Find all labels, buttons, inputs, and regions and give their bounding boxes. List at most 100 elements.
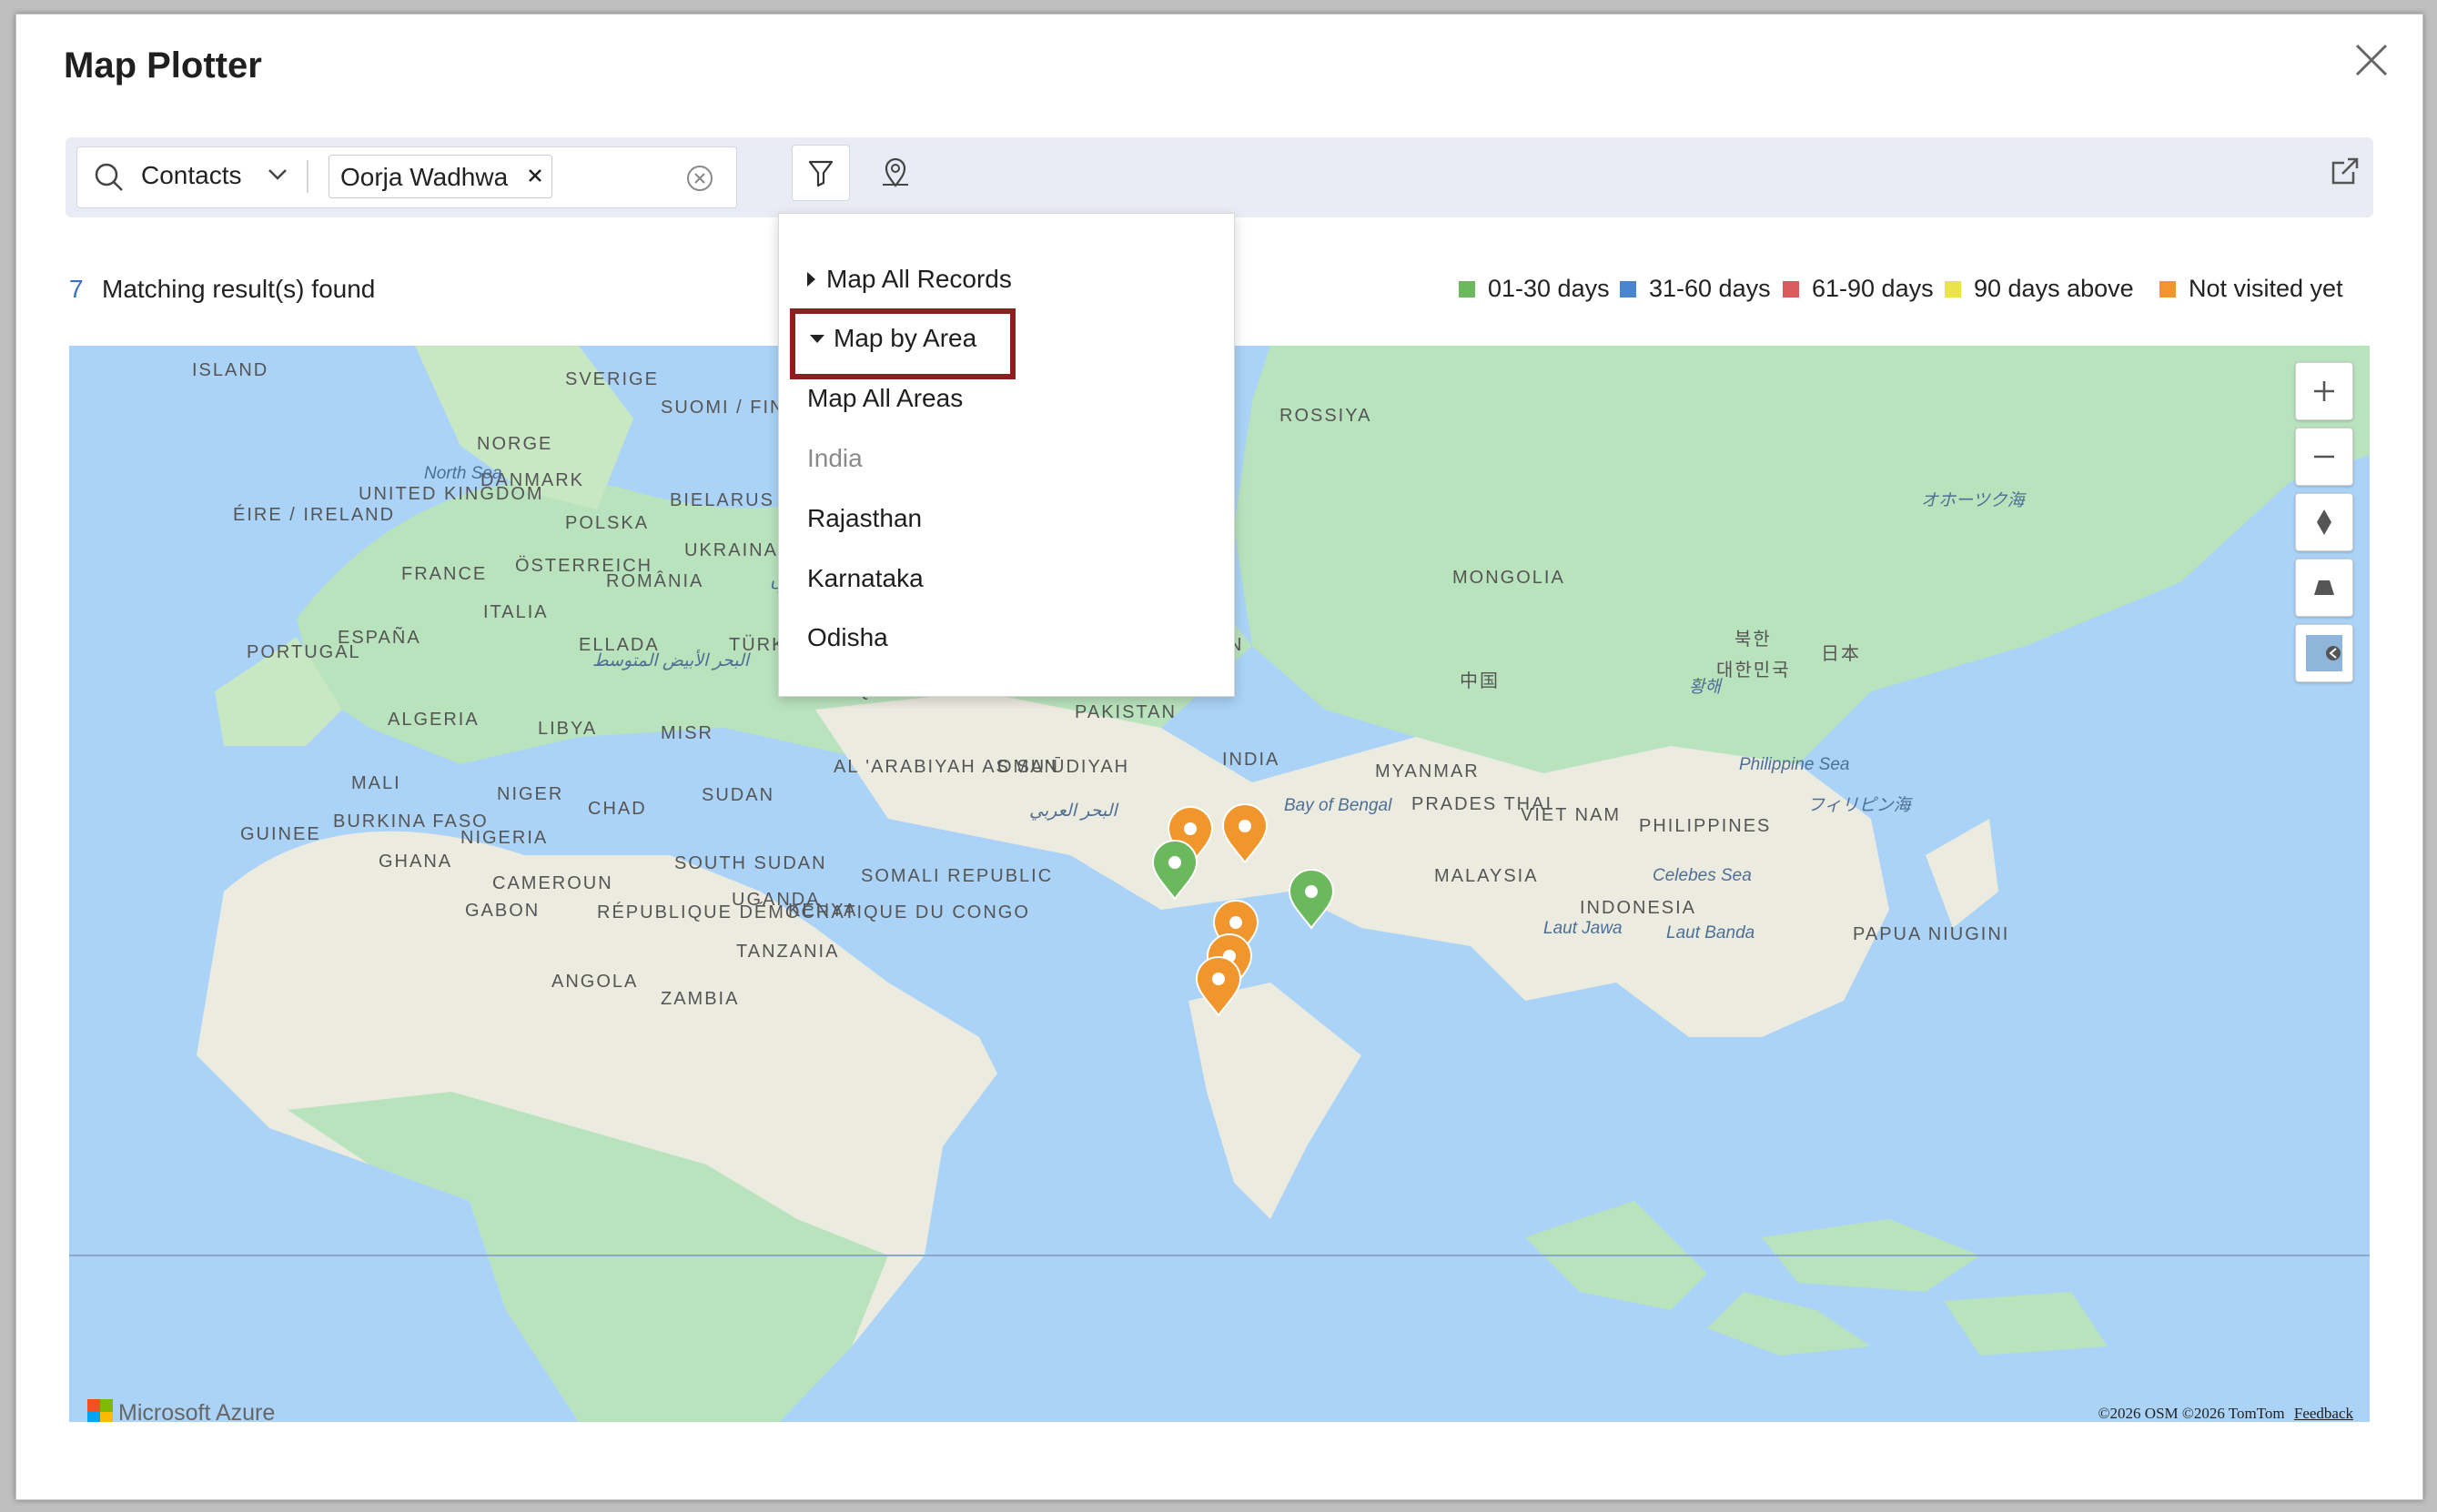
map-country-label: INDONESIA — [1580, 898, 1697, 918]
map-country-label: UKRAINA — [684, 540, 778, 560]
map-country-label: CAMEROUN — [492, 873, 613, 893]
toolbar: Contacts Oorja Wadhwa — [66, 137, 2373, 217]
map-water-label: Laut Jawa — [1543, 919, 1623, 938]
legend-swatch — [1459, 281, 1475, 297]
zoom-out-button[interactable] — [2295, 428, 2353, 486]
clear-search-icon[interactable] — [685, 164, 714, 197]
legend-label: 61-90 days — [1812, 275, 1934, 302]
map-country-label: ANGOLA — [551, 972, 639, 992]
legend-swatch — [1945, 281, 1961, 297]
map-brand: Microsoft Azure — [87, 1399, 275, 1422]
filter-icon — [807, 158, 834, 192]
caret-down-icon — [810, 335, 824, 343]
legend-item: 31-60 days — [1620, 275, 1771, 303]
external-link-icon[interactable] — [2326, 152, 2364, 190]
map-country-label: MALAYSIA — [1434, 866, 1539, 886]
map-country-label: MONGOLIA — [1452, 568, 1565, 588]
chip-label: Oorja Wadhwa — [340, 163, 509, 191]
map-water-label: البحر الأبيض المتوسط — [592, 651, 750, 670]
chevron-down-icon[interactable] — [267, 167, 288, 186]
map-country-label: INDIA — [1222, 750, 1280, 770]
map-country-label: ÉIRE / IRELAND — [233, 505, 396, 525]
map-country-label: NORGE — [477, 434, 553, 454]
plus-icon — [2314, 381, 2334, 401]
result-count: 7 — [69, 275, 84, 303]
map-country-label: ROSSIYA — [1279, 406, 1372, 426]
copyright-text: ©2026 OSM ©2026 TomTom — [2098, 1405, 2285, 1422]
map-country-label: SOMALI REPUBLIC — [861, 866, 1054, 886]
close-icon[interactable] — [2353, 42, 2390, 78]
compass-button[interactable] — [2295, 493, 2353, 551]
map-country-label: ZAMBIA — [661, 989, 740, 1009]
menu-item-rajasthan[interactable]: Rajasthan — [807, 504, 922, 533]
map-water-label: North Sea — [424, 464, 502, 483]
menu-item-map-by-area[interactable]: Map by Area — [810, 324, 976, 353]
menu-item-label: Map by Area — [834, 324, 977, 352]
map-water-label: Bay of Bengal — [1284, 796, 1392, 815]
menu-item-karnataka[interactable]: Karnataka — [807, 564, 924, 593]
pitch-icon — [2314, 580, 2334, 595]
compass-icon — [2317, 509, 2331, 535]
map-plotter-dialog: Map Plotter Contacts Oorja Wadhwa Map Al… — [15, 14, 2423, 1500]
map-pin-icon — [879, 156, 912, 193]
map-country-label: UNITED KINGDOM — [359, 484, 544, 504]
legend-item: 61-90 days — [1783, 275, 1934, 303]
map-country-label: LIBYA — [538, 719, 598, 739]
module-select[interactable]: Contacts — [141, 161, 242, 190]
menu-item-label: Map All Records — [826, 265, 1012, 293]
zoom-in-button[interactable] — [2295, 362, 2353, 420]
map-country-label: ALGERIA — [388, 710, 480, 730]
map-country-label: NIGERIA — [460, 828, 549, 848]
map-country-label: RÉPUBLIQUE DÉMOCRATIQUE DU CONGO — [597, 902, 1030, 922]
result-text: Matching result(s) found — [102, 275, 376, 303]
search-chip: Oorja Wadhwa — [329, 155, 552, 198]
map-country-label: NIGER — [497, 784, 564, 804]
map-water-label: 황해 — [1689, 678, 1721, 697]
menu-item-map-all-records[interactable]: Map All Records — [807, 265, 1012, 294]
menu-group-india: India — [807, 444, 863, 472]
map-country-label: GABON — [465, 901, 541, 921]
feedback-link[interactable]: Feedback — [2294, 1405, 2353, 1422]
map-country-label: 日本 — [1821, 644, 1861, 664]
menu-item-map-all-areas[interactable]: Map All Areas — [807, 384, 963, 413]
map-style-button[interactable] — [2295, 624, 2353, 682]
pitch-button[interactable] — [2295, 559, 2353, 617]
map-country-label: SVERIGE — [565, 369, 659, 389]
map-country-label: PHILIPPINES — [1639, 816, 1772, 836]
minus-icon — [2314, 455, 2334, 459]
map-copyright: ©2026 OSM ©2026 TomTom Feedback — [2098, 1405, 2353, 1422]
menu-item-odisha[interactable]: Odisha — [807, 623, 888, 652]
map-country-label: 中国 — [1460, 671, 1500, 691]
map-controls — [2295, 362, 2353, 690]
legend-label: Not visited yet — [2189, 275, 2343, 302]
map-country-label: PORTUGAL — [247, 642, 361, 662]
map-country-label: TANZANIA — [736, 942, 840, 962]
chip-remove-icon[interactable] — [528, 168, 542, 187]
map-country-label: BIELARUS — [670, 490, 774, 510]
map-water-label: Laut Banda — [1666, 923, 1755, 942]
map-country-label: AL 'ARABIYAH AS SU'ŪDIYAH — [834, 757, 1130, 777]
search-box[interactable]: Contacts Oorja Wadhwa — [76, 146, 737, 208]
microsoft-logo-icon — [87, 1399, 113, 1422]
map-country-label: 북한 — [1734, 630, 1772, 650]
legend-label: 31-60 days — [1649, 275, 1771, 302]
map-country-label: MISR — [661, 723, 713, 743]
map-style-icon — [2306, 635, 2342, 671]
dialog-title: Map Plotter — [64, 45, 262, 86]
map-country-label: GHANA — [379, 852, 453, 872]
filter-button[interactable] — [792, 145, 850, 201]
brand-label: Microsoft Azure — [118, 1400, 276, 1422]
map-country-label: VIET NAM — [1521, 805, 1622, 825]
legend-label: 90 days above — [1974, 275, 2134, 302]
legend-item: 90 days above — [1945, 275, 2134, 303]
map-water-label: Philippine Sea — [1739, 755, 1850, 774]
map-country-label: ROMÂNIA — [606, 571, 704, 591]
location-button[interactable] — [866, 145, 923, 199]
caret-right-icon — [807, 272, 815, 287]
map-water-label: البحر العربي — [1029, 801, 1117, 821]
map-country-label: FRANCE — [401, 564, 488, 584]
map-country-label: PAPUA NIUGINI — [1853, 924, 2010, 944]
map-country-label: ITALIA — [483, 602, 549, 622]
search-icon — [94, 162, 125, 197]
legend-label: 01-30 days — [1488, 275, 1610, 302]
